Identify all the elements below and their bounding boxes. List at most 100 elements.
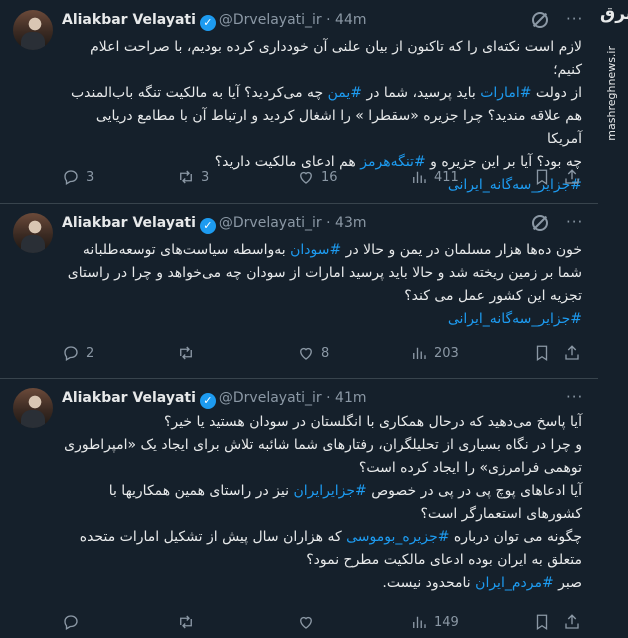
tweet-text-segment: متعلق به ایران بوده ادعای مالکیت مطرح نم… <box>306 552 582 568</box>
tweet-line: توهمی فرامرزی» را ایجاد کرده است؟ <box>60 457 582 480</box>
retweet-button[interactable]: 3 <box>177 168 209 186</box>
separator-dot: · <box>321 12 336 28</box>
tweet-line: صبر #مردم_ایران نامحدود نیست. <box>60 572 582 595</box>
bookmark-button[interactable] <box>533 344 551 362</box>
tweet-text-segment: که هزاران سال پیش از تشکیل امارات متحده <box>79 529 347 545</box>
tweet-time[interactable]: 43m <box>335 215 366 231</box>
watermark-sidebar: مشرق mashreghnews.ir <box>598 0 628 638</box>
share-button[interactable] <box>563 613 581 631</box>
like-count: 16 <box>321 169 338 185</box>
views-icon <box>413 171 426 183</box>
views-button[interactable]: 203 <box>410 344 459 362</box>
retweet-button[interactable] <box>177 613 201 631</box>
retweet-button[interactable] <box>177 344 201 362</box>
tweet-text-segment: نیز در راستای همین همکاریها با <box>108 483 294 499</box>
view-count: 411 <box>434 169 459 185</box>
tweet-text: آیا پاسخ می‌دهید که درحال همکاری با انگل… <box>60 411 582 595</box>
tweet-text-segment: چگونه می توان درباره <box>449 529 582 545</box>
retweet-count: 3 <box>201 169 210 185</box>
share-icon <box>565 614 579 629</box>
share-icon <box>565 169 579 184</box>
share-button[interactable] <box>563 344 581 362</box>
avatar[interactable] <box>13 10 53 50</box>
tweet-text-segment: به‌واسطه سیاست‌های توسعه‌طلبانه <box>82 242 291 258</box>
hashtag-link[interactable]: #مردم_ایران <box>475 575 554 591</box>
hashtag-link[interactable]: #سودان <box>290 242 341 258</box>
tweet-text-segment: صبر <box>553 575 582 591</box>
tweet-time[interactable]: 44m <box>335 12 366 28</box>
bookmark-button[interactable] <box>533 613 551 631</box>
more-options-icon[interactable]: ··· <box>566 388 583 406</box>
tweet-line: تجزیه این کشور عمل می کند؟ <box>60 285 582 308</box>
like-button[interactable] <box>297 613 321 631</box>
like-button[interactable]: 16 <box>297 168 338 186</box>
reply-button[interactable]: 3 <box>62 168 94 186</box>
avatar[interactable] <box>13 213 53 253</box>
tweet-line: هم علاقه مندید؟ چرا جزیره «سقطرا » را اش… <box>60 105 582 151</box>
grok-icon[interactable] <box>532 215 548 231</box>
views-icon <box>413 616 426 628</box>
heart-icon <box>300 347 312 360</box>
reply-icon <box>64 346 78 361</box>
tweet-line: و چرا در نگاه بسیاری از تحلیلگران، رفتار… <box>60 434 582 457</box>
hashtag-link[interactable]: #جزیره_بوموسی <box>346 529 449 545</box>
tweet-text-segment: چه می‌کردید؟ آیا به مالکیت تنگه باب‌المن… <box>70 85 328 101</box>
tweet-line: متعلق به ایران بوده ادعای مالکیت مطرح نم… <box>60 549 582 572</box>
view-count: 203 <box>434 345 459 361</box>
tweet-line: کشورهای استعمارگر است؟ <box>60 503 582 526</box>
hashtag-link[interactable]: #یمن <box>328 85 362 101</box>
view-count: 149 <box>434 614 459 630</box>
reply-count: 3 <box>86 169 95 185</box>
author-name[interactable]: Aliakbar Velayati <box>62 215 196 231</box>
action-bar: 3 3 16 411 <box>62 168 582 188</box>
avatar[interactable] <box>13 388 53 428</box>
views-button[interactable]: 411 <box>410 168 459 186</box>
author-handle[interactable]: @Drvelayati_ir <box>219 215 322 231</box>
verified-badge-icon: ✓ <box>199 218 216 234</box>
share-button[interactable] <box>563 168 581 186</box>
hashtag-link[interactable]: #امارات <box>480 85 531 101</box>
like-button[interactable]: 8 <box>297 344 329 362</box>
retweet-icon <box>180 615 192 629</box>
tweet[interactable]: Aliakbar Velayati ✓ @Drvelayati_ir · 41m ·… <box>0 378 598 638</box>
tweet-time[interactable]: 41m <box>335 390 366 406</box>
like-count: 8 <box>321 345 330 361</box>
separator-dot: · <box>321 215 336 231</box>
action-bar: 149 <box>62 613 582 633</box>
author-name[interactable]: Aliakbar Velayati <box>62 12 196 28</box>
hashtag-link[interactable]: #جزایرایران <box>293 483 366 499</box>
tweet-text-segment: و چرا در نگاه بسیاری از تحلیلگران، رفتار… <box>64 437 582 453</box>
hashtag-link[interactable]: #جزایر_سه‌گانه_ایرانی <box>448 311 582 327</box>
more-options-icon[interactable]: ··· <box>566 10 583 28</box>
tweet-header: Aliakbar Velayati ✓ @Drvelayati_ir · 44m <box>62 12 367 31</box>
share-icon <box>565 345 579 360</box>
tweet[interactable]: Aliakbar Velayati ✓ @Drvelayati_ir · 43m ·… <box>0 203 598 379</box>
tweet-line: از دولت #امارات باید پرسید، شما در #یمن … <box>60 82 582 105</box>
reply-button[interactable] <box>62 613 86 631</box>
tweet-text-segment: توهمی فرامرزی» را ایجاد کرده است؟ <box>358 460 582 476</box>
tweet-text-segment: خون ده‌ها هزار مسلمان در یمن و حالا در <box>341 242 582 258</box>
separator-dot: · <box>321 390 336 406</box>
tweet-header: Aliakbar Velayati ✓ @Drvelayati_ir · 43m <box>62 215 367 234</box>
tweet[interactable]: Aliakbar Velayati ✓ @Drvelayati_ir · 44m ·… <box>0 0 598 204</box>
watermark-site: mashreghnews.ir <box>605 46 618 141</box>
author-name[interactable]: Aliakbar Velayati <box>62 390 196 406</box>
author-handle[interactable]: @Drvelayati_ir <box>219 390 322 406</box>
reply-button[interactable]: 2 <box>62 344 94 362</box>
retweet-icon <box>180 170 192 184</box>
views-button[interactable]: 149 <box>410 613 459 631</box>
bookmark-button[interactable] <box>533 168 551 186</box>
tweet-line: آیا پاسخ می‌دهید که درحال همکاری با انگل… <box>60 411 582 434</box>
tweet-text-segment: هم علاقه مندید؟ چرا جزیره «سقطرا » را اش… <box>95 108 582 147</box>
author-handle[interactable]: @Drvelayati_ir <box>219 12 322 28</box>
tweet-text-segment: شما بر زمین ریخته شد و حالا باید پرسید ا… <box>67 265 582 281</box>
heart-icon <box>300 171 312 184</box>
tweet-line: شما بر زمین ریخته شد و حالا باید پرسید ا… <box>60 262 582 285</box>
tweet-text-segment: لازم است نکته‌ای را که تاکنون از بیان عل… <box>90 39 582 78</box>
reply-icon <box>64 170 78 185</box>
tweet-text-segment: آیا ادعاهای پوچ پی در پی در خصوص <box>366 483 582 499</box>
tweet-text-segment: باید پرسید، شما در <box>362 85 481 101</box>
more-options-icon[interactable]: ··· <box>566 213 583 231</box>
verified-badge-icon: ✓ <box>199 15 216 31</box>
grok-icon[interactable] <box>532 12 548 28</box>
